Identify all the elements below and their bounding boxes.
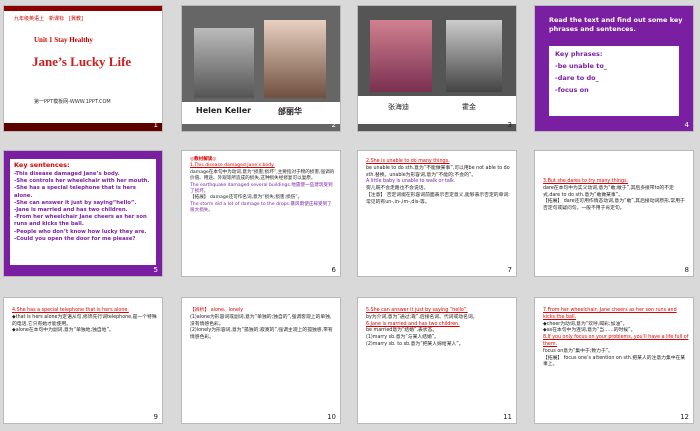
text-line: (1)alone为形容词或副词,意为“单独的;独自的”,强调客观上的单独,没有情… [190, 314, 332, 327]
slide-thumbnail-9[interactable]: 4.She has a special telephone that is he… [3, 297, 163, 424]
text-line: (1)marry sb.意为“与某人结婚”。 [366, 335, 440, 341]
phrases-heading: Key phrases: [555, 50, 603, 58]
text-line: 2.She is unable to do many things. [366, 159, 450, 164]
phrase-item: -focus on [555, 86, 589, 94]
slide-thumbnail-10[interactable]: 【辨析】 alone、lonely (1)alone为形容词或副词,意为“单独的… [181, 297, 341, 424]
slide-thumbnail-2[interactable]: Helen Keller 邰丽华 2 [181, 5, 341, 132]
text-line: focus on意为“集中于;致力于”。 [543, 348, 614, 354]
content-box: Key sentences: -This disease damaged Jan… [10, 159, 156, 265]
text-line: 3.But she dares to try many things. [543, 179, 629, 184]
slide-thumbnail-12[interactable]: 7.From her wheelchair, Jane cheers as he… [534, 297, 694, 424]
content-box: Key phrases: -be unable to_ -dare to do_… [549, 46, 679, 116]
phrase-item: -dare to do_ [555, 74, 599, 82]
text-line: 4.She has a special telephone that is he… [12, 308, 129, 313]
text-line: 7.From her wheelchair, Jane cheers as he… [543, 308, 677, 320]
sentence-item: -From her wheelchair Jane cheers as her … [14, 214, 147, 228]
slide-number: 1 [153, 121, 158, 129]
text-line: be unable to do sth.意为“不能做某事”,可以用be not … [366, 165, 510, 178]
slide-number: 12 [680, 413, 689, 421]
portrait-photo [264, 20, 326, 98]
text-line: 【辨析】 alone、lonely [190, 308, 244, 313]
lesson-title: Jane’s Lucky Life [32, 54, 132, 69]
text-line: 【拓展】 focus one’s attention on sth.把某人的注意… [543, 355, 686, 368]
text-line: damage在本句中为动词,意为“损害;损坏”,主要指对于物的损害,强调的价值、… [190, 169, 335, 182]
slide-thumbnail-6[interactable]: ◎教材解读◎ 1.This disease damaged Jane’s bod… [181, 150, 341, 277]
text-line: 【拓展】 dare还可用作情态动词,意为“敢”,其后接动词原形,常用于否定句或疑… [543, 199, 685, 212]
text-line: 【注意】 否定词缀在形容词前面表示否定意义,能够表示否定的单词:常见的有un-,… [366, 192, 510, 205]
slide-number: 4 [684, 121, 689, 129]
slide-text-block: 7.From her wheelchair, Jane cheers as he… [543, 308, 689, 369]
slide-number: 6 [331, 266, 336, 274]
unit-title: Unit 1 Stay Healthy [34, 36, 93, 44]
sentence-list: -This disease damaged Jane’s body. -She … [14, 171, 154, 243]
portrait-photo [446, 20, 502, 92]
slide-text-block: 2.She is unable to do many things. be un… [366, 159, 512, 207]
slide-thumbnail-1[interactable]: 九年级英语上 新课标 [冀教] Unit 1 Stay Healthy Jane… [3, 5, 163, 132]
text-line: ◆that is hers alone为定语从句,修饰先行词telephone,… [12, 314, 157, 327]
slide-number: 7 [507, 266, 512, 274]
caption: 张海迪 [388, 103, 409, 111]
text-line: by为介词,意为“通过;靠”,后接名词、代词或动名词。 [366, 314, 478, 320]
slide-thumbnail-3[interactable]: 张海迪 霍金 3 [357, 5, 517, 132]
slide-1-bottom-bar [4, 123, 162, 131]
sentence-item: -She controls her wheelchair with her mo… [14, 178, 150, 185]
slide-thumbnail-5[interactable]: Key sentences: -This disease damaged Jan… [3, 150, 163, 277]
text-line: dare在本句中为实义动词,意为“敢;敢于”,其后多接带to的不定式,dare … [543, 185, 674, 198]
text-line: The earthquake damaged several buildings… [190, 182, 333, 195]
slide-text-block: 3.But she dares to try many things. dare… [543, 179, 689, 213]
text-line: ◆alone在本句中为副词,意为“单独地;独自地”。 [12, 328, 114, 334]
text-line: 8.If you only focus on your problems, yo… [543, 335, 689, 347]
text-line: 5.She can answer it just by saying “hell… [366, 308, 468, 313]
sentence-item: -Could you open the door for me please? [14, 235, 136, 242]
sentence-item: -Jane is married and has two children. [14, 207, 128, 214]
sentence-item: -She has a special telephone that is her… [14, 185, 136, 199]
slide-number: 10 [327, 413, 336, 421]
slide-text-block: 4.She has a special telephone that is he… [12, 308, 158, 335]
slide-number: 2 [331, 121, 336, 129]
portrait-photo [370, 20, 432, 92]
text-line: 婴儿既不会走路也不会说话。 [366, 186, 429, 192]
website-label: 第一PPT模板网-WWW.1PPT.COM [34, 99, 111, 105]
text-line: (2)marry sb. to sb.意为“把某人嫁给某人”。 [366, 341, 464, 347]
slide-number: 9 [153, 413, 158, 421]
caption-bar [358, 96, 516, 124]
slide-number: 11 [503, 413, 512, 421]
text-line: (2)lonely为形容词,意为“孤独的;寂寞的”,强调主观上的孤独感,带有情感… [190, 328, 333, 341]
caption: 霍金 [462, 103, 476, 111]
text-line: The storm did a lot of damage to the dro… [190, 201, 332, 214]
portrait-photo [194, 28, 254, 98]
slide-text-block: 5.She can answer it just by saying “hell… [366, 308, 512, 349]
slide-thumbnail-11[interactable]: 5.She can answer it just by saying “hell… [357, 297, 517, 424]
slide-header: 九年级英语上 新课标 [冀教] [14, 16, 83, 22]
slide-text-block: ◎教材解读◎ 1.This disease damaged Jane’s bod… [190, 157, 336, 215]
slide-thumbnail-8[interactable]: 3.But she dares to try many things. dare… [534, 150, 694, 277]
sentences-heading: Key sentences: [14, 161, 70, 169]
slide-text-block: 【辨析】 alone、lonely (1)alone为形容词或副词,意为“单独的… [190, 308, 336, 342]
slide-thumbnail-4[interactable]: Read the text and find out some key phra… [534, 5, 694, 132]
phrase-item: -be unable to_ [555, 62, 608, 70]
slide-number: 8 [684, 266, 689, 274]
caption: 邰丽华 [278, 107, 302, 116]
sentence-item: -People who don’t know how lucky they ar… [14, 228, 147, 235]
sentence-item: -This disease damaged Jane’s body. [14, 171, 120, 177]
slide-1-top-bar [4, 6, 162, 11]
slide-number: 3 [507, 121, 512, 129]
prompt-text: Read the text and find out some key phra… [549, 16, 683, 33]
sentence-item: -She can answer it just by saying“hello”… [14, 199, 137, 206]
slide-thumbnail-7[interactable]: 2.She is unable to do many things. be un… [357, 150, 517, 277]
slide-number: 5 [153, 266, 158, 274]
caption: Helen Keller [196, 106, 252, 115]
